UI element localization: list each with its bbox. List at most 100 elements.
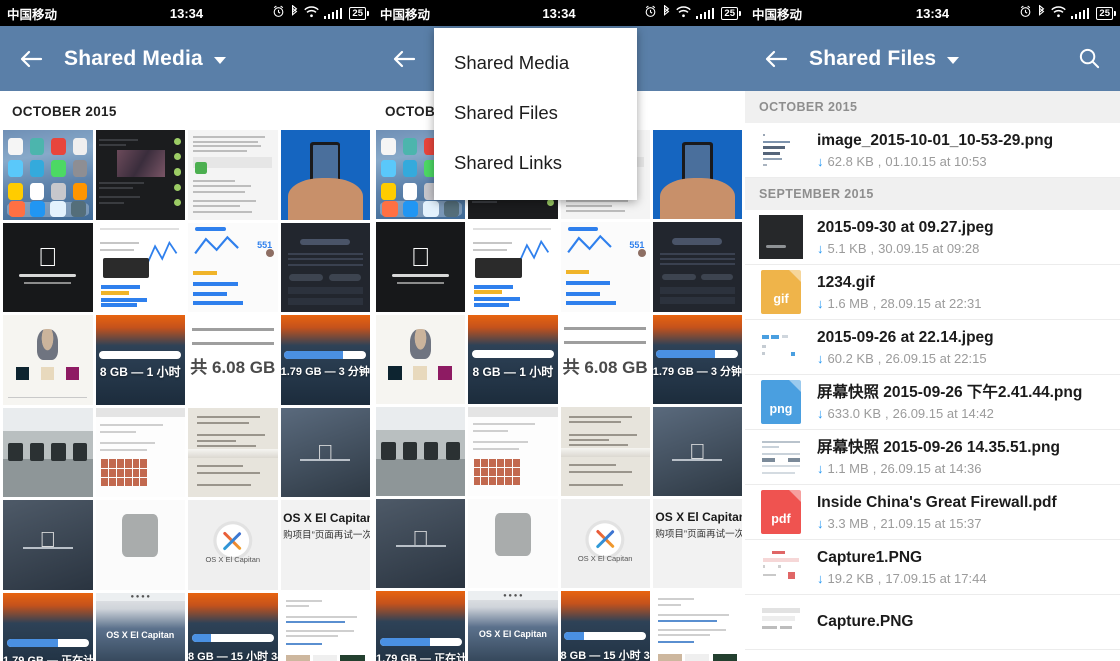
carrier-label: 中国移动 <box>380 7 431 22</box>
media-thumbnail[interactable]: ● ● ● ● OS X El Capitan <box>468 591 558 661</box>
media-thumbnail[interactable]: 8 GB — 15 小时 34 <box>560 591 650 661</box>
media-thumbnail[interactable]: 1.79 GB — 正在计 <box>3 592 93 661</box>
menu-item-shared-files[interactable]: Shared Files <box>434 88 637 138</box>
media-thumbnail[interactable]:  <box>3 222 93 312</box>
list-item[interactable]: 屏幕快照 2015-09-26 14.35.51.png ↓ 1.1 MB, 26.… <box>745 430 1120 485</box>
media-thumbnail[interactable] <box>652 222 742 312</box>
bluetooth-icon <box>290 4 299 21</box>
battery-icon: 25 <box>1096 6 1116 20</box>
back-arrow-icon[interactable] <box>387 42 421 76</box>
media-thumbnail[interactable]:  <box>652 406 742 496</box>
media-thumbnail[interactable] <box>95 500 185 590</box>
media-thumbnail[interactable]: 共 6.08 GB <box>560 314 650 404</box>
media-thumbnail[interactable] <box>188 407 278 497</box>
media-thumbnail[interactable]: 共 6.08 GB <box>188 315 278 405</box>
file-type-label: pdf <box>771 512 791 526</box>
list-item[interactable]: png 屏幕快照 2015-09-26 下午2.41.44.png ↓ 633.0… <box>745 375 1120 430</box>
media-thumbnail[interactable]: OS X El Capitan”失败购项目”页面再试一次。 <box>652 499 742 589</box>
download-icon: ↓ <box>817 570 824 586</box>
panel-shared-media: 中国移动 13:34 25 Shared Media OCTOBER 2015 … <box>0 0 373 661</box>
file-type-label: png <box>769 402 793 416</box>
menu-item-shared-media[interactable]: Shared Media <box>434 38 637 88</box>
media-thumbnail[interactable] <box>468 222 558 312</box>
list-item[interactable]: 2015-09-30 at 09.27.jpeg ↓ 5.1 KB, 30.09.1… <box>745 210 1120 265</box>
file-size: 60.2 KB <box>827 350 874 366</box>
list-item[interactable]: image_2015-10-01_10-53-29.png ↓ 62.8 KB, 0… <box>745 123 1120 178</box>
list-item[interactable]: Capture.PNG <box>745 595 1120 650</box>
three-panel-screenshot-set: 中国移动 13:34 25 Shared Media OCTOBER 2015 … <box>0 0 1120 661</box>
list-item[interactable]: 2015-09-26 at 22.14.jpeg ↓ 60.2 KB, 26.09.… <box>745 320 1120 375</box>
media-thumbnail[interactable] <box>468 406 558 496</box>
media-thumbnail[interactable] <box>560 406 650 496</box>
media-thumbnail[interactable] <box>652 591 742 661</box>
media-thumbnail[interactable] <box>376 406 466 496</box>
media-thumbnail[interactable]: OS X El Capitan <box>560 499 650 589</box>
file-size: 62.8 KB <box>827 153 874 169</box>
media-thumbnail[interactable] <box>468 499 558 589</box>
thumb-caption: 购项目”页面再试一次。 <box>283 529 370 541</box>
search-icon[interactable] <box>1072 42 1106 76</box>
list-item[interactable]: Capture1.PNG ↓ 19.2 KB, 17.09.15 at 17:44 <box>745 540 1120 595</box>
file-size: 3.3 MB <box>827 515 869 531</box>
media-thumbnail[interactable]: OS X El Capitan <box>188 500 278 590</box>
file-date: 17.09.15 at 17:44 <box>885 570 987 586</box>
download-icon: ↓ <box>817 295 824 311</box>
app-bar-files: Shared Files <box>745 26 1120 91</box>
media-thumbnail[interactable]: 8 GB — 1 小时 <box>95 315 185 405</box>
back-arrow-icon[interactable] <box>14 42 48 76</box>
media-thumbnail[interactable] <box>95 130 185 220</box>
title-dropdown-trigger[interactable]: Shared Files <box>809 47 960 71</box>
download-icon: ↓ <box>817 240 824 256</box>
title-dropdown-trigger[interactable]: Shared Media <box>64 47 226 71</box>
bluetooth-icon <box>662 4 671 21</box>
media-thumbnail[interactable] <box>188 130 278 220</box>
file-name: 屏幕快照 2015-09-26 14.35.51.png <box>817 439 1060 457</box>
media-thumbnail[interactable] <box>280 130 370 220</box>
media-thumbnail[interactable]: 1.79 GB — 正在计 <box>376 591 466 661</box>
media-thumbnail[interactable]:  <box>280 407 370 497</box>
thumb-caption: 8 GB — 15 小时 34 <box>188 650 278 661</box>
battery-icon: 25 <box>721 6 741 20</box>
file-name: image_2015-10-01_10-53-29.png <box>817 132 1054 150</box>
menu-item-shared-links[interactable]: Shared Links <box>434 138 637 188</box>
download-icon: ↓ <box>817 405 824 421</box>
file-date: 26.09.15 at 14:42 <box>892 405 994 421</box>
media-thumbnail[interactable]:  <box>3 500 93 590</box>
media-thumbnail[interactable]:  <box>376 499 466 589</box>
media-thumbnail[interactable] <box>95 222 185 312</box>
media-thumbnail[interactable] <box>3 130 93 220</box>
thumb-caption: 1.79 GB — 3 分钟 <box>652 365 742 378</box>
media-thumbnail[interactable] <box>280 222 370 312</box>
list-item[interactable]: pdf Inside China's Great Firewall.pdf ↓ 3… <box>745 485 1120 540</box>
list-section-label: SEPTEMBER 2015 <box>745 178 1120 210</box>
file-name: 1234.gif <box>817 274 875 292</box>
media-thumbnail[interactable] <box>280 592 370 661</box>
file-size: 633.0 KB <box>827 405 882 421</box>
page-title: Shared Media <box>64 46 203 70</box>
carrier-label: 中国移动 <box>7 7 58 22</box>
file-size: 1.1 MB <box>827 460 869 476</box>
file-name: 2015-09-30 at 09.27.jpeg <box>817 219 994 237</box>
media-thumbnail[interactable]: 551 <box>560 222 650 312</box>
battery-icon: 25 <box>349 6 369 20</box>
media-thumbnail[interactable] <box>376 314 466 404</box>
media-thumbnail[interactable]: 1.79 GB — 3 分钟 <box>280 315 370 405</box>
media-thumbnail[interactable]: 1.79 GB — 3 分钟 <box>652 314 742 404</box>
media-thumbnail[interactable]: 8 GB — 15 小时 34 <box>188 592 278 661</box>
list-item[interactable]: gif 1234.gif ↓ 1.6 MB, 28.09.15 at 22:31 <box>745 265 1120 320</box>
media-thumbnail[interactable]: OS X El Capitan”失败购项目”页面再试一次。 <box>280 500 370 590</box>
signal-icon <box>323 7 343 19</box>
media-thumbnail[interactable] <box>95 407 185 497</box>
media-thumbnail[interactable] <box>3 315 93 405</box>
media-thumbnail[interactable] <box>652 130 742 220</box>
status-bar: 中国移动 13:34 25 <box>373 0 745 26</box>
file-date-sep: , <box>877 153 882 169</box>
thumb-caption: 8 GB — 1 小时 <box>472 364 554 379</box>
media-thumbnail[interactable] <box>3 407 93 497</box>
media-thumbnail[interactable]: 8 GB — 1 小时 <box>468 314 558 404</box>
media-thumbnail[interactable]:  <box>376 222 466 312</box>
back-arrow-icon[interactable] <box>759 42 793 76</box>
media-thumbnail[interactable]: ● ● ● ● OS X El Capitan <box>95 592 185 661</box>
panel-dropdown-open: 中国移动 13:34 25 OCTOBER 551 8 GB — 1 小时 共 … <box>373 0 745 661</box>
media-thumbnail[interactable]: 551 <box>188 222 278 312</box>
